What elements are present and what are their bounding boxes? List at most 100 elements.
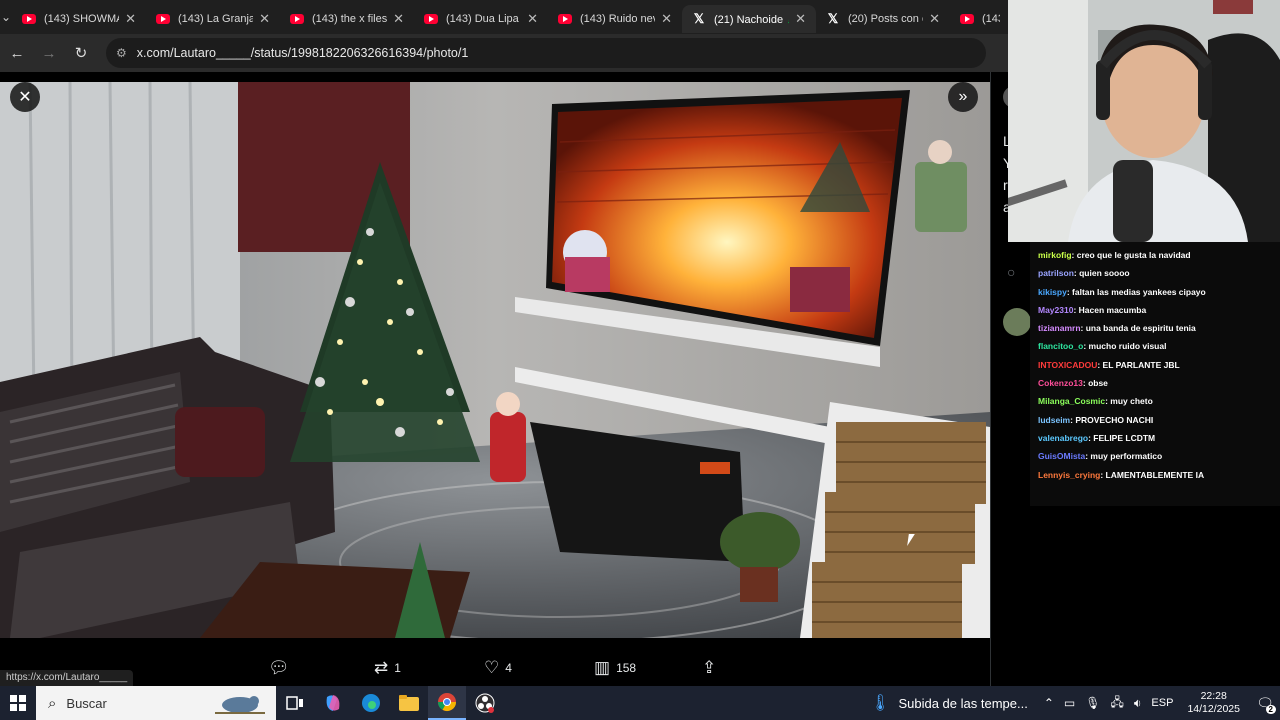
browser-tab[interactable]: (143) La Granja d ✕ (146, 5, 280, 33)
chat-text: : EL PARLANTE JBL (1097, 359, 1180, 370)
views-button[interactable]: ▥ 158 (594, 658, 636, 678)
expand-panel-icon[interactable]: » (948, 82, 978, 112)
youtube-icon (156, 14, 170, 24)
monitor-icon[interactable]: ▭ (1064, 696, 1075, 710)
site-settings-icon[interactable]: ⚙ (116, 46, 127, 60)
youtube-icon (558, 14, 572, 24)
chat-text: : PROVECHO NACHI (1070, 414, 1154, 425)
share-icon: ⇪ (702, 658, 717, 677)
bar-chart-icon: ▥ (594, 658, 611, 677)
volume-icon[interactable]: 🔉︎ (1134, 696, 1142, 711)
system-tray: 🌡︎ Subida de las tempe... ⌃ ▭ 🎙︎ 🖧︎ 🔉︎ E… (870, 686, 1280, 720)
obs-studio-icon[interactable] (466, 686, 504, 720)
chat-message: INTOXICADOU: EL PARLANTE JBL (1038, 356, 1274, 374)
browser-tab[interactable]: (143) the x files t ✕ (280, 5, 414, 33)
close-tab-icon[interactable]: ✕ (929, 11, 940, 27)
taskbar-search-field[interactable]: ⌕ Buscar (36, 686, 276, 720)
notification-center-icon[interactable]: 🗨︎ 2 (1250, 686, 1280, 720)
tab-title: (21) Nachoide 🎄 (714, 13, 789, 26)
notification-text: Subida de las tempe... (898, 695, 1028, 711)
chat-username: Cokenzo13 (1038, 378, 1083, 389)
browser-tab-active[interactable]: 𝕏 (21) Nachoide 🎄 ✕ (682, 5, 816, 33)
close-icon[interactable]: ✕ (10, 82, 40, 112)
chat-message: May2310: Hacen macumba (1038, 301, 1274, 319)
chat-text: : Hacen macumba (1073, 304, 1147, 315)
reply-icon[interactable]: ○ (1007, 264, 1015, 280)
chat-text: : quien soooo (1073, 268, 1130, 279)
url-field[interactable]: ⚙ x.com/Lautaro_____/status/199818220632… (106, 38, 986, 68)
search-icon: ⌕ (48, 694, 57, 712)
reply-button[interactable]: 💬︎ (268, 658, 296, 678)
weather-notification[interactable]: 🌡︎ Subida de las tempe... (870, 693, 1028, 713)
like-count: 4 (505, 661, 512, 675)
avatar[interactable] (1003, 308, 1031, 336)
clock-date: 14/12/2025 (1187, 703, 1240, 715)
file-explorer-icon[interactable] (390, 686, 428, 720)
share-button[interactable]: ⇪ (702, 658, 722, 678)
x-icon: 𝕏 (827, 11, 839, 26)
browser-tab[interactable]: (143) Ruido neve ✕ (548, 5, 682, 33)
search-highlight-bird-icon (215, 696, 265, 714)
tab-title: (143 (982, 13, 1000, 25)
tab-title: (20) Posts con co (848, 13, 923, 25)
chat-text: : muy performatico (1085, 451, 1163, 462)
like-button[interactable]: ♡ 4 (484, 658, 512, 678)
webcam-overlay (1008, 0, 1280, 242)
chat-username: valenabrego (1038, 432, 1089, 443)
browser-tab[interactable]: (143) Dua Lipa - ✕ (414, 5, 548, 33)
clock[interactable]: 22:28 14/12/2025 (1187, 690, 1240, 716)
tab-search-chevron-icon[interactable]: ⌄ (0, 0, 12, 34)
repost-icon: ⇄ (374, 658, 389, 677)
chat-message: mirkofig: creo que le gusta la navidad (1038, 246, 1274, 264)
browser-tab[interactable]: (143 (950, 5, 1010, 33)
chrome-icon[interactable] (428, 686, 466, 720)
chat-username: INTOXICADOU (1038, 359, 1098, 370)
windows-taskbar: ⌕ Buscar 🌡︎ Subida de las tempe... ⌃ ▭ 🎙… (0, 686, 1280, 720)
edge-browser-icon[interactable] (352, 686, 390, 720)
copilot-icon[interactable] (314, 686, 352, 720)
windows-start-icon[interactable] (0, 686, 36, 720)
tab-title: (143) Ruido neve (580, 13, 655, 25)
view-count: 158 (616, 661, 637, 675)
chat-message: Lennyis_crying: LAMENTABLEMENTE IA (1038, 466, 1274, 484)
tab-title: (143) La Granja d (178, 13, 254, 25)
address-bar: ← → ↻ ⚙ x.com/Lautaro_____/status/199818… (0, 34, 1010, 72)
language-indicator[interactable]: ESP (1151, 697, 1173, 709)
close-tab-icon[interactable]: ✕ (259, 11, 270, 27)
close-tab-icon[interactable]: ✕ (795, 11, 806, 27)
chat-username: kikispy (1038, 286, 1067, 297)
forward-arrow-icon[interactable]: → (34, 38, 64, 68)
heart-icon: ♡ (484, 658, 500, 677)
repost-button[interactable]: ⇄ 1 (374, 658, 401, 678)
chat-text: : una banda de espiritu tenia (1080, 323, 1196, 334)
reload-icon[interactable]: ↻ (66, 38, 96, 68)
stream-chat-overlay: mirkofig: creo que le gusta la navidad p… (1030, 242, 1280, 506)
tweet-photo[interactable] (0, 82, 990, 638)
close-tab-icon[interactable]: ✕ (661, 11, 672, 27)
task-view-icon[interactable] (276, 686, 314, 720)
screen: ⌄ (143) SHOWMAT ✕ (143) La Granja d ✕ (143… (0, 0, 1280, 720)
browser-tab[interactable]: (143) SHOWMAT ✕ (12, 5, 146, 33)
chevron-up-icon[interactable]: ⌃ (1044, 696, 1054, 710)
chat-username: Milanga_Cosmic (1038, 396, 1106, 407)
youtube-icon (960, 14, 974, 24)
chat-username: flancitoo_o (1038, 341, 1084, 352)
close-tab-icon[interactable]: ✕ (527, 11, 538, 27)
chat-username: May2310 (1038, 304, 1074, 315)
chat-text: : creo que le gusta la navidad (1071, 250, 1191, 260)
chat-message: valenabrego: FELIPE LCDTM (1038, 429, 1274, 447)
close-tab-icon[interactable]: ✕ (393, 11, 404, 27)
network-icon[interactable]: 🖧︎ (1110, 693, 1123, 714)
streamer-webcam-image (1008, 0, 1280, 242)
x-icon: 𝕏 (693, 11, 705, 26)
chat-message: Milanga_Cosmic: muy cheto (1038, 392, 1274, 410)
close-tab-icon[interactable]: ✕ (125, 11, 136, 27)
repost-count: 1 (394, 661, 401, 675)
chat-username: Lennyis_crying (1038, 469, 1101, 480)
back-arrow-icon[interactable]: ← (2, 38, 32, 68)
microphone-icon[interactable]: 🎙︎ (1085, 696, 1100, 710)
thermometer-icon: 🌡︎ (870, 695, 891, 712)
youtube-icon (424, 14, 438, 24)
browser-tab[interactable]: 𝕏 (20) Posts con co ✕ (816, 5, 950, 33)
status-url-tooltip: https://x.com/Lautaro_____ (0, 670, 134, 686)
